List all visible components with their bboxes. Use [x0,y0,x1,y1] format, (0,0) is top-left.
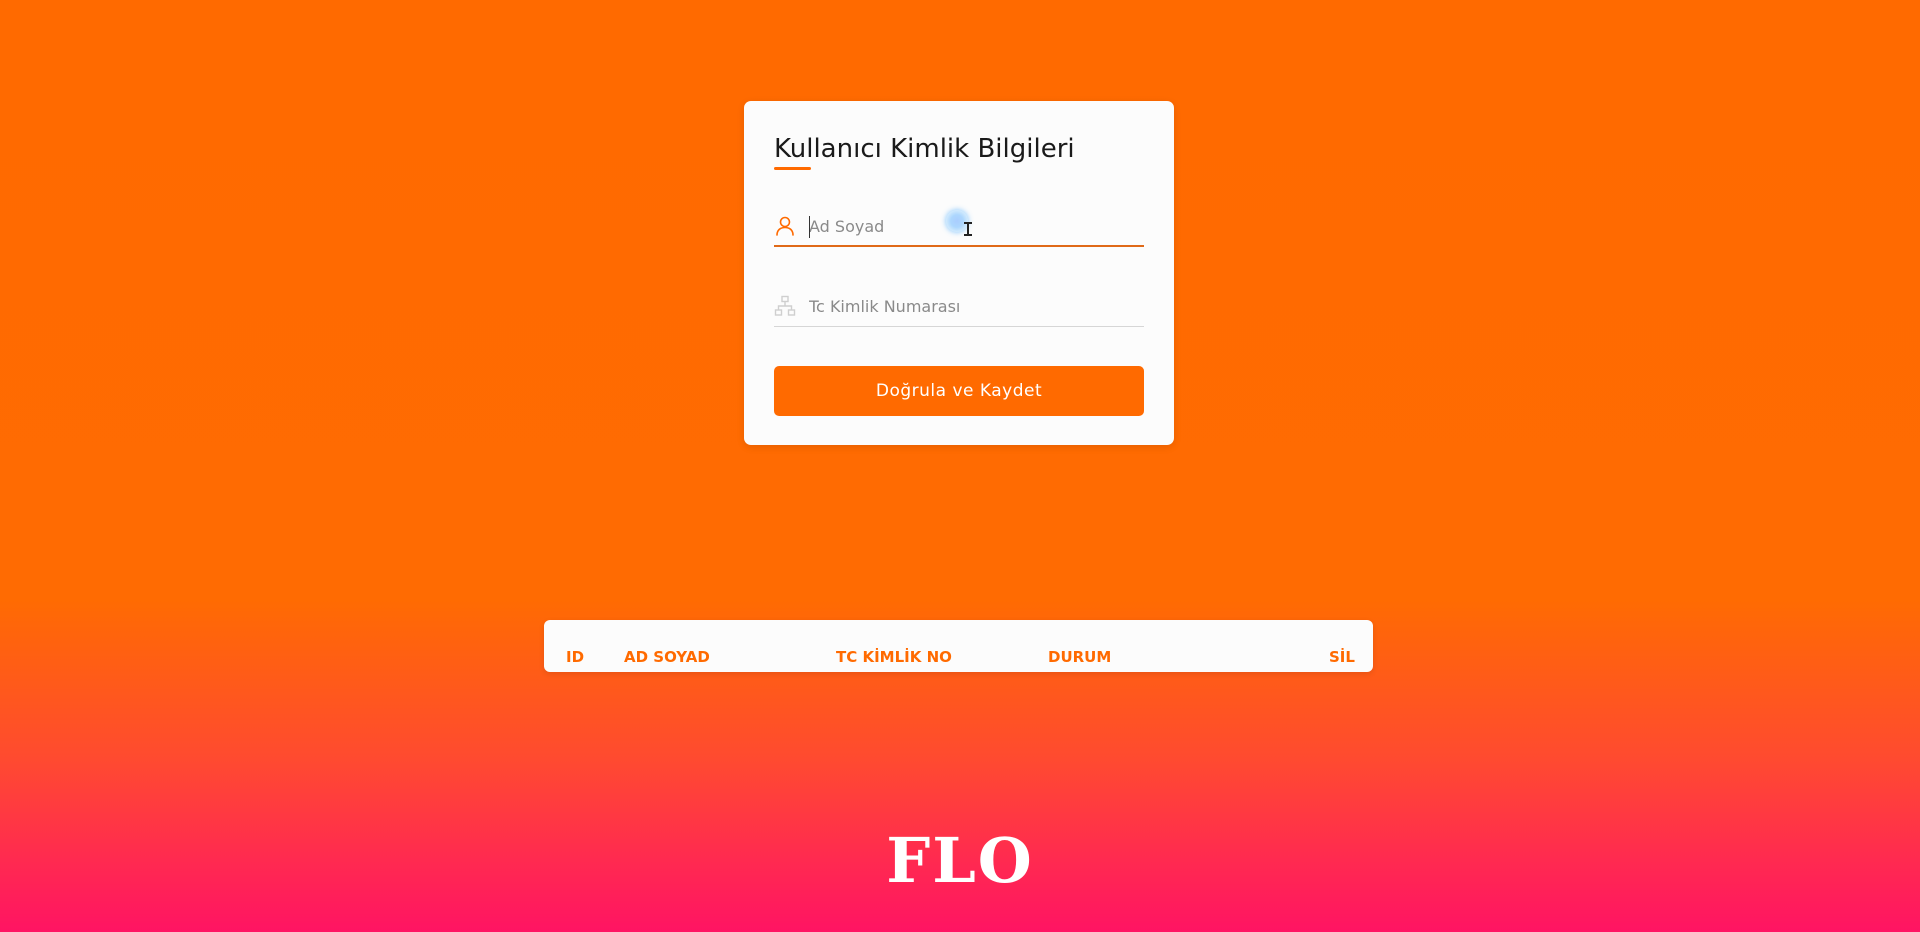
column-header-tc: TC KİMLİK NO [836,648,952,666]
ibeam-cursor-icon [964,222,972,236]
column-header-id: ID [566,648,585,666]
column-header-status: DURUM [1048,648,1112,666]
name-input[interactable] [809,211,1139,241]
user-icon [774,215,796,237]
column-header-name: AD SOYAD [624,648,710,666]
sitemap-icon [774,295,796,317]
tc-field[interactable] [774,285,1144,327]
brand-logo: FLO [886,824,1034,897]
title-underline [774,167,811,170]
column-header-delete: SİL [1329,648,1355,666]
records-table: ID AD SOYAD TC KİMLİK NO DURUM SİL [544,620,1373,672]
click-indicator [946,210,968,232]
tc-input[interactable] [809,291,1139,321]
text-caret [809,216,810,238]
form-title: Kullanıcı Kimlik Bilgileri [774,134,1075,164]
verify-save-button[interactable]: Doğrula ve Kaydet [774,366,1144,416]
identity-form-card: Kullanıcı Kimlik Bilgileri Doğrula ve Ka… [744,101,1174,445]
